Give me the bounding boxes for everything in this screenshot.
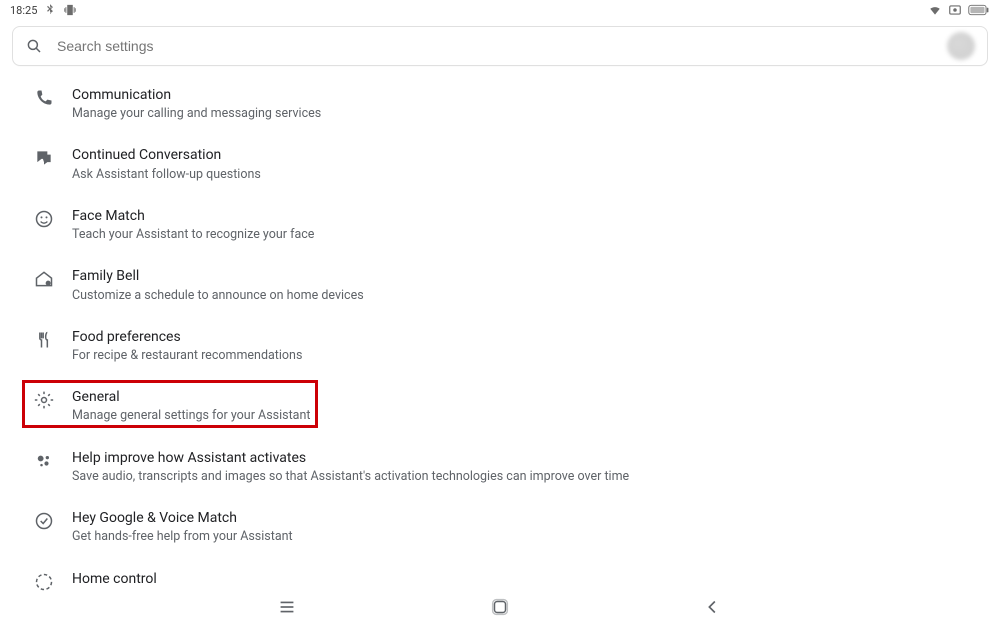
status-left: 18:25 [10,3,77,17]
row-text: Face Match Teach your Assistant to recogn… [72,207,314,243]
row-subtitle: Ask Assistant follow-up questions [72,167,261,183]
settings-item-home-bell[interactable]: Family Bell Customize a schedule to annou… [0,255,1000,315]
settings-item-phone[interactable]: Communication Manage your calling and mes… [0,74,1000,134]
row-title: Family Bell [72,267,364,285]
row-text: Hey Google & Voice Match Get hands-free h… [72,509,293,545]
avatar[interactable] [947,32,975,60]
row-subtitle: Customize a schedule to announce on home… [72,288,364,304]
wifi-icon [928,3,942,17]
settings-item-chat[interactable]: Continued Conversation Ask Assistant foll… [0,134,1000,194]
row-text: Help improve how Assistant activates Save… [72,449,629,485]
row-subtitle: Manage your calling and messaging servic… [72,106,321,122]
row-subtitle: For recipe & restaurant recommendations [72,348,302,364]
row-text: Food preferences For recipe & restaurant … [72,328,302,364]
row-text: Continued Conversation Ask Assistant foll… [72,146,261,182]
nav-recent-icon[interactable] [276,596,298,618]
home-bell-icon [34,269,54,289]
row-title: Continued Conversation [72,146,261,164]
nav-bar [0,589,1000,625]
bluetooth-icon [43,3,57,17]
gear-icon [34,390,54,410]
settings-item-restaurant[interactable]: Food preferences For recipe & restaurant … [0,316,1000,376]
check-circle-icon [34,511,54,531]
row-text: General Manage general settings for your … [72,388,310,424]
face-icon [34,209,54,229]
row-text: Communication Manage your calling and mes… [72,86,321,122]
battery-icon [968,4,990,16]
settings-item-check-circle[interactable]: Hey Google & Voice Match Get hands-free h… [0,497,1000,557]
search-bar[interactable] [12,26,988,66]
nav-back-icon[interactable] [702,596,724,618]
search-input[interactable] [57,38,947,54]
row-title: Communication [72,86,321,104]
row-title: General [72,388,310,406]
settings-list: Communication Manage your calling and mes… [0,74,1000,594]
chat-icon [34,148,54,168]
cast-icon [948,3,962,17]
restaurant-icon [34,330,54,350]
row-title: Help improve how Assistant activates [72,449,629,467]
status-right [928,3,990,17]
row-title: Face Match [72,207,314,225]
row-text: Home control [72,570,157,588]
settings-item-gear[interactable]: General Manage general settings for your … [0,376,1000,436]
phone-icon [34,88,54,108]
status-bar: 18:25 [0,0,1000,20]
row-text: Family Bell Customize a schedule to annou… [72,267,364,303]
row-title: Home control [72,570,157,588]
row-subtitle: Get hands-free help from your Assistant [72,529,293,545]
vibrate-icon [63,3,77,17]
assistant-icon [34,451,54,471]
row-title: Hey Google & Voice Match [72,509,293,527]
settings-item-face[interactable]: Face Match Teach your Assistant to recogn… [0,195,1000,255]
clock-text: 18:25 [10,4,37,17]
search-icon [25,37,43,55]
row-subtitle: Manage general settings for your Assista… [72,408,310,424]
settings-item-assistant[interactable]: Help improve how Assistant activates Save… [0,437,1000,497]
nav-home-icon[interactable] [489,596,511,618]
row-subtitle: Teach your Assistant to recognize your f… [72,227,314,243]
row-title: Food preferences [72,328,302,346]
row-subtitle: Save audio, transcripts and images so th… [72,469,629,485]
